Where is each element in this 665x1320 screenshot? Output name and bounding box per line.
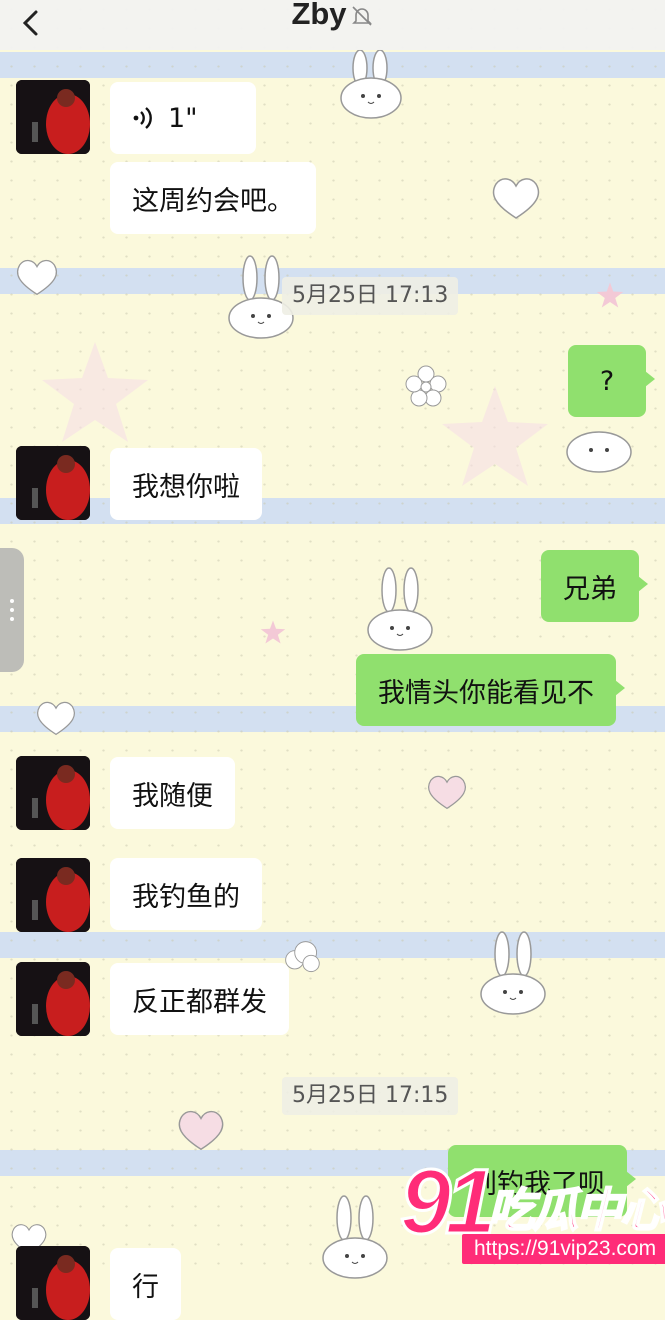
watermark-url: https://91vip23.com [462,1234,665,1264]
timestamp: 5月25日 17:13 [282,277,459,315]
message-bubble-in[interactable]: 行 [110,1248,181,1320]
more-dots-icon [10,608,14,612]
contact-avatar[interactable] [16,858,90,932]
timestamp: 5月25日 17:15 [282,1077,459,1115]
avatar-image [16,446,90,520]
avatar-image [16,80,90,154]
voice-duration: 1" [168,102,198,134]
heart-sticker [16,259,58,296]
bunny-sticker [367,567,433,651]
contact-avatar[interactable] [16,80,90,154]
contact-avatar[interactable] [16,962,90,1036]
message-bubble-out[interactable]: ? [568,345,655,417]
contact-avatar[interactable] [16,756,90,830]
star-sticker [42,342,148,442]
side-drawer-handle[interactable] [0,548,24,672]
voice-wave-icon [133,107,152,129]
watermark: 91 吃瓜中心 https://91vip23.com [398,1150,665,1270]
bunny-sticker [566,431,632,473]
avatar-image [16,1246,90,1320]
avatar-image [16,962,90,1036]
bunny-sticker [340,49,402,119]
chat-header: Zby [0,0,665,50]
avatar-image [16,858,90,932]
watermark-brand: 吃瓜中心 [487,1182,665,1238]
contact-avatar[interactable] [16,446,90,520]
message-bubble-in[interactable]: 我钓鱼的 [110,858,262,930]
message-bubble-in[interactable]: 我随便 [110,757,235,829]
star-sticker [596,282,624,308]
more-dots-icon [10,599,14,603]
contact-name: Zby [291,0,347,31]
star-sticker [442,386,548,486]
bunny-sticker [480,931,546,1015]
voice-message[interactable]: 1" [110,82,256,154]
heart-sticker [36,701,76,736]
message-bubble-in[interactable]: 我想你啦 [110,448,262,520]
message-bubble-in[interactable]: 这周约会吧。 [110,162,316,234]
message-bubble-in[interactable]: 反正都群发 [110,963,289,1035]
more-dots-icon [10,617,14,621]
contact-avatar[interactable] [16,1246,90,1320]
message-bubble-out[interactable]: 我情头你能看见不 [356,654,625,726]
star-sticker [260,620,286,644]
heart-sticker [427,775,467,810]
mute-bell-icon [351,6,372,26]
avatar-image [16,756,90,830]
chat-title: Zby [0,0,665,32]
message-bubble-out[interactable]: 兄弟 [541,550,648,622]
bunny-sticker [322,1195,388,1279]
heart-sticker [178,1110,224,1151]
heart-sticker [492,178,540,219]
